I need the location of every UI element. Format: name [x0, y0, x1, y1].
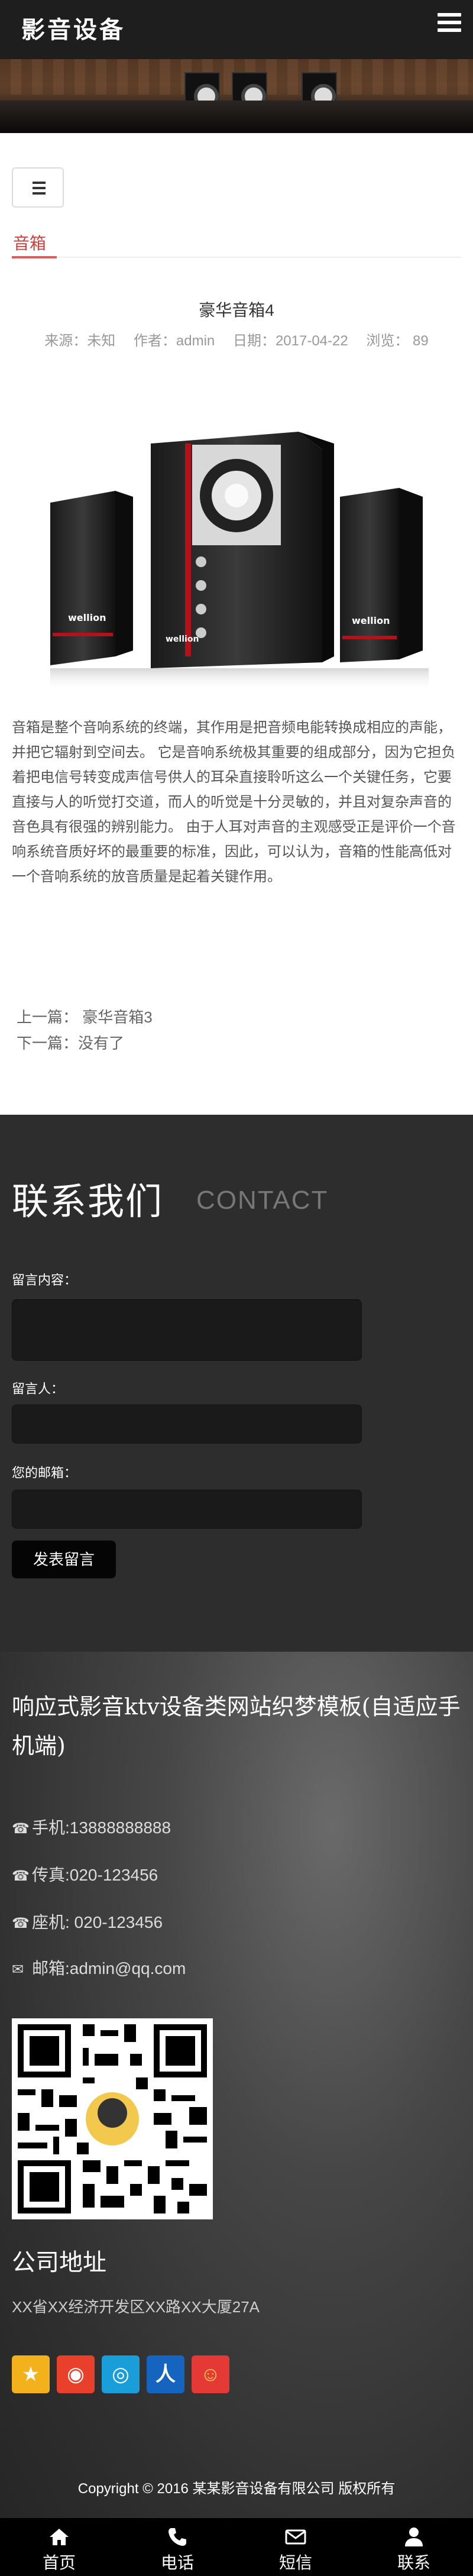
nav-phone[interactable]: 电话: [118, 2518, 237, 2576]
article-meta: 来源：未知 作者：admin 日期：2017-04-22 浏览： 89: [0, 329, 473, 349]
address-title: 公司地址: [12, 2250, 106, 2276]
prev-article-link[interactable]: 上一篇： 豪华音箱3: [17, 1005, 153, 1027]
home-icon: [50, 2529, 69, 2545]
qzone-icon[interactable]: ★: [12, 2355, 50, 2393]
tencent-weibo-icon[interactable]: ◎: [102, 2355, 140, 2393]
bottom-nav: 首页 电话 短信 联系: [0, 2518, 473, 2576]
renren-icon[interactable]: 人: [147, 2355, 184, 2393]
user-icon: [405, 2528, 423, 2546]
address-text: XX省XX经济开发区XX路XX大厦27A: [12, 2298, 260, 2316]
nav-contact-label: 联系: [397, 2554, 430, 2572]
phone-text: 座机: 020-123456: [32, 1913, 163, 1931]
nav-home-label: 首页: [42, 2554, 76, 2572]
copyright: Copyright © 2016 某某影音设备有限公司 版权所有: [77, 2481, 396, 2497]
meta-source: 来源：未知: [44, 333, 116, 349]
mobile-text: 手机:13888888888: [32, 1818, 171, 1837]
next-article-link[interactable]: 下一篇：没有了: [17, 1031, 124, 1053]
breadcrumb-underline: [12, 256, 461, 258]
phone-icon: [169, 2528, 186, 2546]
nav-sms[interactable]: 短信: [237, 2518, 355, 2576]
share-bar: ★ ◉ ◎ 人 ☺: [12, 2355, 237, 2393]
message-textarea[interactable]: [12, 1299, 362, 1361]
envelope-icon: ✉: [12, 1962, 24, 1978]
contact-title-en: CONTACT: [196, 1186, 329, 1215]
brand-label-center: wellion: [166, 635, 199, 644]
header: 影音设备: [0, 0, 473, 59]
brand-label-left: wellion: [68, 612, 106, 623]
nav-sms-label: 短信: [278, 2554, 312, 2572]
meta-author: 作者：admin: [133, 333, 215, 349]
article-body: 音箱是整个音响系统的终端，其作用是把音频电能转换成相应的声能，并把它辐射到空间去…: [12, 720, 456, 885]
meta-views: 浏览： 89: [366, 333, 429, 349]
email-text[interactable]: 邮箱:admin@qq.com: [32, 1959, 186, 1978]
fax-row: ☎ 传真:020-123456: [12, 1862, 158, 1886]
message-label: 留言内容：: [12, 1273, 77, 1287]
email-input[interactable]: [12, 1490, 362, 1529]
contact-title: 联系我们: [12, 1180, 164, 1223]
meta-date: 日期：2017-04-22: [232, 333, 348, 349]
contact-section: 联系我们 CONTACT 留言内容： 留言人： 您的邮箱： 发表留言: [0, 1115, 473, 1652]
nav-contact[interactable]: 联系: [355, 2518, 473, 2576]
fax-icon: ☎: [12, 1868, 30, 1884]
kaixin-icon[interactable]: ☺: [192, 2355, 229, 2393]
mail-icon: [285, 2529, 306, 2545]
site-logo[interactable]: 影音设备: [21, 11, 125, 45]
qr-code-image: [12, 2018, 213, 2219]
fax-text: 传真:020-123456: [32, 1866, 158, 1884]
nav-phone-label: 电话: [160, 2554, 194, 2572]
phone-row: ☎ 座机: 020-123456: [12, 1910, 163, 1933]
menu-icon[interactable]: [438, 13, 461, 37]
footer-info: 响应式影音ktv设备类网站织梦模板(自适应手机端) ☎ 手机:1388888888…: [0, 1652, 473, 2518]
mobile-icon: ☎: [12, 1821, 30, 1837]
weibo-icon[interactable]: ◉: [57, 2355, 95, 2393]
breadcrumb[interactable]: 音箱: [13, 231, 46, 254]
article-title: 豪华音箱4: [199, 301, 274, 319]
phone-icon: ☎: [12, 1915, 30, 1931]
site-name: 响应式影音ktv设备类网站织梦模板(自适应手机端): [12, 1694, 461, 1759]
product-image: wellion wellion wellion: [50, 432, 429, 691]
brand-label-right: wellion: [352, 615, 390, 626]
mobile-row: ☎ 手机:13888888888: [12, 1815, 171, 1839]
submit-message-button[interactable]: 发表留言: [12, 1541, 116, 1578]
nav-home[interactable]: 首页: [0, 2518, 118, 2576]
banner-image: [0, 59, 473, 133]
name-label: 留言人：: [12, 1381, 64, 1396]
email-row: ✉ 邮箱:admin@qq.com: [12, 1956, 186, 1979]
name-input[interactable]: [12, 1404, 362, 1444]
email-label: 您的邮箱：: [12, 1465, 77, 1480]
category-toggle-button[interactable]: [12, 167, 64, 208]
